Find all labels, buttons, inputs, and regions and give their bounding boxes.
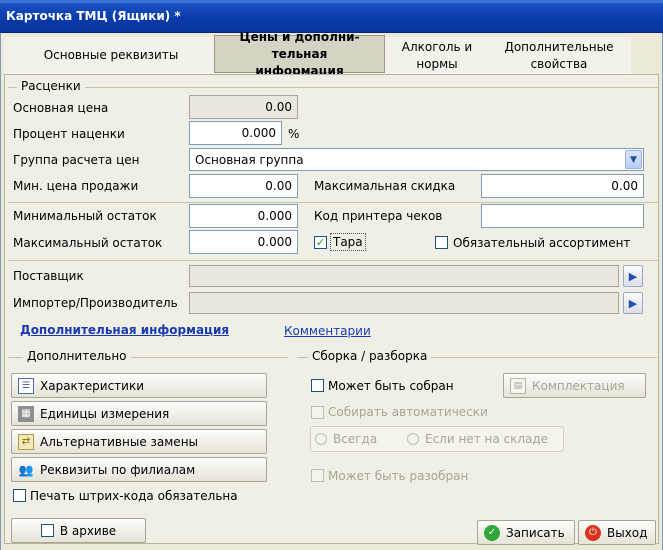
tab-alcohol[interactable]: Алкоголь и нормы	[392, 37, 482, 74]
assembly-group-title: Сборка / разборка	[308, 349, 432, 363]
importer-field	[189, 292, 619, 314]
characteristics-button[interactable]: ☰ Характеристики	[11, 373, 267, 398]
min-price-field[interactable]: 0.00	[189, 174, 298, 198]
can-disassemble-label: Может быть разобран	[328, 469, 469, 483]
barcode-print-label: Печать штрих-кода обязательна	[30, 489, 238, 503]
stop-icon: ⏻	[585, 524, 601, 541]
archive-toggle[interactable]: В архиве	[11, 518, 146, 543]
button-label: Записать	[506, 525, 565, 540]
button-label: Выход	[607, 525, 648, 540]
table-icon: ▤	[510, 377, 526, 394]
units-button[interactable]: ▦ Единицы измерения	[11, 401, 267, 426]
tab-label: Цены и дополни-тельная информация	[239, 29, 360, 78]
list-icon: ☰	[18, 377, 34, 394]
base-price-field: 0.00	[189, 95, 298, 119]
pricing-group-title: Расценки	[17, 79, 85, 93]
tara-label: Тара	[330, 233, 366, 251]
max-discount-label: Максимальная скидка	[314, 179, 456, 193]
button-label: Реквизиты по филиалам	[40, 462, 196, 477]
supplier-field	[189, 265, 619, 287]
price-group-label: Группа расчета цен	[13, 153, 140, 167]
archive-checkbox[interactable]	[40, 524, 54, 537]
markup-label: Процент наценки	[13, 127, 125, 141]
always-label: Всегда	[333, 432, 378, 446]
exit-button[interactable]: ⏻ Выход	[578, 520, 656, 545]
document-swap-icon: ⇄	[18, 433, 34, 450]
tab-label: Алкоголь и нормы	[401, 39, 473, 71]
base-price-label: Основная цена	[13, 101, 109, 115]
can-assemble-checkbox[interactable]	[311, 379, 324, 392]
title-stripe	[0, 0, 663, 3]
markup-unit: %	[288, 127, 300, 141]
triangle-right-icon: ▶	[628, 296, 638, 310]
min-price-label: Мин. цена продажи	[13, 179, 139, 193]
can-assemble-label: Может быть собран	[328, 379, 454, 393]
tab-prices[interactable]: Цены и дополни-тельная информация	[214, 30, 385, 78]
check-icon: ✓	[484, 524, 500, 541]
barcode-print-checkbox[interactable]	[13, 489, 26, 502]
mandatory-label: Обязательный ассортимент	[453, 236, 631, 250]
if-not-in-stock-label: Если нет на складе	[425, 432, 549, 446]
importer-label: Импортер/Производитель	[13, 296, 178, 310]
button-label: Характеристики	[40, 378, 145, 393]
tab-extra-properties[interactable]: Дополнительные свойства	[494, 37, 624, 74]
chevron-down-icon[interactable]: ▼	[625, 150, 642, 169]
tab-main-details[interactable]: Основные реквизиты	[26, 37, 196, 74]
importer-select-button[interactable]: ▶	[623, 292, 643, 314]
if-not-in-stock-radio[interactable]	[407, 433, 419, 445]
max-stock-label: Максимальный остаток	[13, 236, 163, 250]
always-radio[interactable]	[315, 433, 327, 445]
comments-link[interactable]: Комментарии	[284, 324, 371, 338]
printer-code-label: Код принтера чеков	[314, 209, 443, 223]
additional-info-link[interactable]: Дополнительная информация	[20, 323, 229, 337]
tab-label: Основные реквизиты	[43, 48, 179, 62]
printer-code-field[interactable]	[481, 204, 644, 228]
window-title: Карточка ТМЦ (Ящики) *	[6, 9, 181, 23]
supplier-select-button[interactable]: ▶	[623, 265, 643, 287]
mandatory-checkbox[interactable]	[435, 236, 448, 249]
tab-label: Дополнительные свойства	[504, 39, 614, 71]
max-stock-field[interactable]: 0.000	[189, 230, 298, 254]
min-stock-label: Минимальный остаток	[13, 209, 157, 223]
kit-button[interactable]: ▤ Комплектация	[503, 373, 646, 398]
alternatives-button[interactable]: ⇄ Альтернативные замены	[11, 429, 267, 454]
triangle-right-icon: ▶	[628, 269, 638, 283]
button-label: Альтернативные замены	[40, 434, 199, 449]
extra-group-title: Дополнительно	[23, 349, 131, 363]
divider	[8, 202, 659, 203]
divider	[8, 260, 659, 261]
min-stock-field[interactable]: 0.000	[189, 204, 298, 228]
markup-field[interactable]: 0.000	[189, 121, 282, 145]
auto-assemble-checkbox[interactable]	[311, 406, 324, 419]
price-group-value: Основная группа	[195, 153, 304, 167]
branch-props-button[interactable]: 👥 Реквизиты по филиалам	[11, 457, 267, 482]
pricing-group-line	[8, 87, 659, 88]
supplier-label: Поставщик	[13, 269, 84, 283]
can-disassemble-checkbox[interactable]	[311, 469, 324, 482]
button-label: Единицы измерения	[40, 406, 170, 421]
people-icon: 👥	[18, 462, 34, 477]
price-group-select[interactable]: Основная группа ▼	[189, 148, 644, 171]
tab-strip: Основные реквизиты Цены и дополни-тельна…	[4, 30, 631, 78]
archive-label: В архиве	[59, 523, 117, 538]
grid-icon: ▦	[18, 405, 34, 422]
auto-assemble-label: Собирать автоматически	[328, 405, 488, 419]
save-button[interactable]: ✓ Записать	[477, 520, 575, 545]
tara-checkbox[interactable]: ✓	[314, 236, 327, 249]
max-discount-field[interactable]: 0.00	[481, 174, 644, 198]
button-label: Комплектация	[532, 378, 625, 393]
